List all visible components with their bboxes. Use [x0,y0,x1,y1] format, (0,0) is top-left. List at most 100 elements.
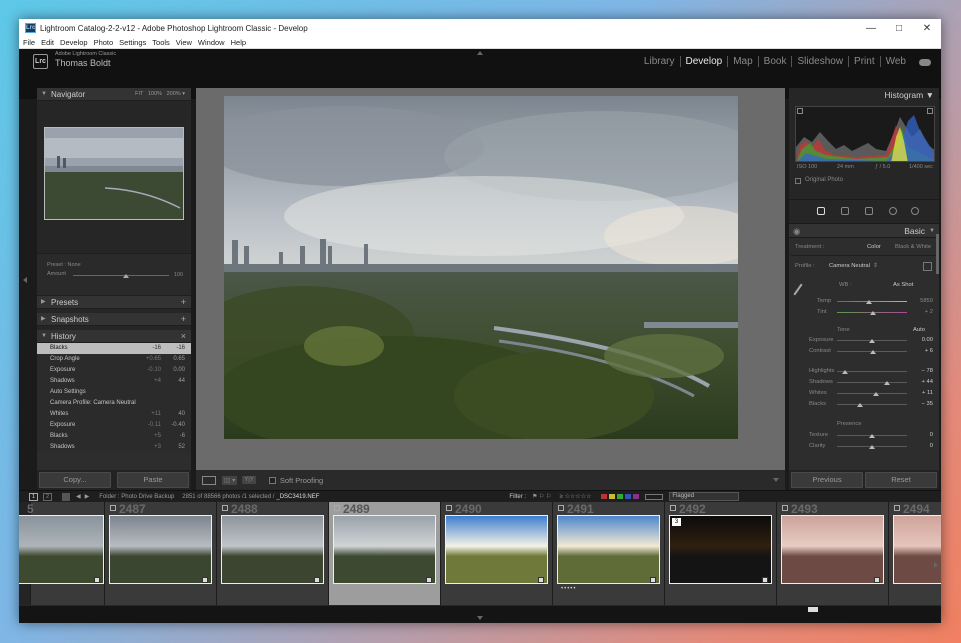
star-rating[interactable]: ••••• [561,586,577,592]
filmstrip-cell[interactable]: 2492 3 [665,502,777,605]
back-arrow-icon[interactable]: ◀ [76,493,81,500]
reset-button[interactable]: Reset [865,472,937,488]
healing-icon[interactable] [865,207,873,215]
menu-view[interactable]: View [176,38,192,47]
slider-value[interactable]: + 44 [922,379,933,385]
masking-icon[interactable] [911,207,919,215]
flag-icon[interactable] [670,505,676,511]
basic-header[interactable]: ◉ Basic ▼ [789,224,939,238]
history-item[interactable]: Auto Settings [37,387,191,398]
yellow-label-filter[interactable] [609,494,616,499]
module-slideshow[interactable]: Slideshow [791,56,848,67]
flag-icon[interactable] [558,505,564,511]
module-web[interactable]: Web [879,56,911,67]
loupe-view-icon[interactable] [202,475,216,485]
zoom-fit[interactable]: FIT [135,91,143,97]
history-item[interactable]: Shadows +4 44 [37,376,191,387]
filmstrip-thumbnail[interactable] [109,515,212,584]
amount-slider-track[interactable] [73,275,169,276]
flag-icon[interactable] [222,505,228,511]
history-item[interactable]: Crop Angle +0.65 0.65 [37,354,191,365]
profile-browser-icon[interactable] [923,262,932,271]
wb-eyedropper-icon[interactable] [793,283,803,296]
history-item[interactable]: Whites +11 40 [37,409,191,420]
add-snapshot-icon[interactable]: + [181,313,186,326]
slider-value[interactable]: − 35 [922,401,933,407]
zoom-200[interactable]: 200% [167,91,181,97]
slider-knob[interactable] [873,392,880,396]
green-label-filter[interactable] [617,494,624,499]
red-label-filter[interactable] [601,494,608,499]
crop-icon[interactable] [841,207,849,215]
cloud-sync-icon[interactable] [919,59,931,66]
minimize-button[interactable]: — [857,23,885,34]
temp-slider-track[interactable] [837,301,907,302]
menu-help[interactable]: Help [231,38,246,47]
filmstrip-thumbnail[interactable] [333,515,436,584]
menu-tools[interactable]: Tools [152,38,170,47]
slider-value[interactable]: 0.00 [922,337,933,343]
slider-knob[interactable] [857,403,864,407]
highlight-clipping-icon[interactable] [927,108,933,114]
filmstrip-cell[interactable]: 2490 [441,502,553,605]
filmstrip-thumbnail[interactable] [557,515,660,584]
flag-icon[interactable] [894,505,900,511]
navigator-header[interactable]: ▼ Navigator FIT 100% 200% ▾ [37,88,191,101]
snapshots-header[interactable]: ▶ Snapshots + [37,313,191,326]
filmstrip-cell[interactable]: 2488 [217,502,329,605]
history-item[interactable]: Exposure -0.10 0.00 [37,365,191,376]
slider-knob[interactable] [842,370,849,374]
panel-visibility-eye-icon[interactable]: ◉ [793,224,800,238]
flag-filter-icons[interactable]: ⚑ ⚐ ⚐ [532,493,551,500]
history-item[interactable]: Blacks -16 -16 [37,343,191,354]
toolbar-content-dropdown-icon[interactable] [773,478,779,482]
history-item[interactable]: Exposure -0.11 -0.40 [37,420,191,431]
histogram-graph[interactable] [795,106,935,162]
flag-icon[interactable] [782,505,788,511]
menu-develop[interactable]: Develop [60,38,88,47]
auto-tone-button[interactable]: Auto [913,327,925,333]
slider-knob[interactable] [869,339,875,343]
menu-photo[interactable]: Photo [94,38,114,47]
filmstrip-thumbnail[interactable] [893,515,941,584]
scroll-right-icon[interactable] [934,562,938,568]
collapse-left-panel-icon[interactable] [23,277,27,283]
add-preset-icon[interactable]: + [181,296,186,309]
wb-value[interactable]: As Shot [893,282,913,288]
paste-button[interactable]: Paste [117,472,189,488]
module-library[interactable]: Library [639,56,680,67]
slider-knob[interactable] [869,445,875,449]
slider-knob[interactable] [870,350,877,354]
maximize-button[interactable]: □ [885,23,913,34]
red-eye-icon[interactable] [889,207,897,215]
copy-button[interactable]: Copy... [39,472,111,488]
slider-value[interactable]: 0 [930,432,933,438]
temp-slider-knob[interactable] [865,300,872,304]
history-header[interactable]: ▼ History × [37,330,191,343]
history-item[interactable]: Camera Profile: Camera Neutral [37,398,191,409]
slider-track[interactable] [837,393,907,394]
stack-count-badge[interactable]: 3 [672,518,681,526]
filmstrip-cell[interactable]: 2487 [105,502,217,605]
collapse-filmstrip-icon[interactable] [477,616,483,620]
filmstrip-thumbnail[interactable] [669,515,772,584]
filmstrip-thumbnail[interactable] [445,515,548,584]
folder-source[interactable]: Folder : Photo Drive Backup [99,494,174,500]
menu-edit[interactable]: Edit [41,38,54,47]
treatment-color[interactable]: Color [867,244,881,250]
treatment-bw[interactable]: Black & White [895,244,931,250]
clear-history-icon[interactable]: × [181,330,186,343]
profile-value[interactable]: Camera Neutral [829,263,870,269]
module-map[interactable]: Map [727,56,757,67]
presets-header[interactable]: ▶ Presets + [37,296,191,309]
slider-value[interactable]: + 6 [925,348,933,354]
grid-view-icon[interactable] [62,492,70,501]
module-develop[interactable]: Develop [679,56,728,67]
filmstrip-cell[interactable]: 2493 [777,502,889,605]
forward-arrow-icon[interactable]: ▶ [85,493,90,500]
flag-status-select[interactable]: Flagged [669,492,740,501]
profile-dropdown-icon[interactable]: ⇕ [873,263,878,269]
edit-sliders-icon[interactable] [817,207,825,215]
flag-icon[interactable] [110,505,116,511]
shadow-clipping-icon[interactable] [797,108,803,114]
